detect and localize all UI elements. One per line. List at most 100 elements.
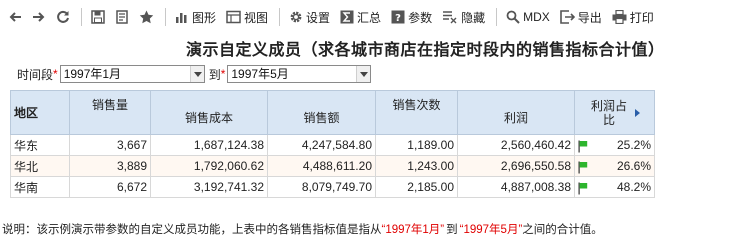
required-mark: * — [220, 67, 226, 81]
export-button-label: 导出 — [577, 10, 602, 25]
parameter-button-label: 参数 — [408, 10, 433, 25]
column-header-label: 利润占比 — [590, 98, 627, 127]
column-header-region[interactable]: 地区 — [10, 90, 70, 135]
cell-region: 华南 — [10, 176, 70, 198]
favorite-button[interactable] — [135, 5, 158, 29]
refresh-button[interactable] — [52, 5, 74, 29]
back-button[interactable] — [4, 5, 26, 29]
end-month-select[interactable]: 1997年5月 — [227, 65, 372, 83]
green-flag-icon — [578, 182, 588, 195]
time-range-label: 时间段 — [17, 67, 54, 82]
refresh-icon — [57, 10, 69, 23]
question-icon: ? — [391, 10, 405, 24]
forward-button[interactable] — [28, 5, 50, 29]
profit-ratio-value: 26.6% — [616, 159, 651, 173]
start-month-select[interactable]: 1997年1月 — [59, 65, 205, 83]
note-to-date: “1997年5月” — [459, 224, 523, 236]
column-header-label: 销售次数 — [392, 98, 441, 112]
note-suffix: 之间的合计值。 — [522, 224, 603, 236]
arrow-left-icon — [9, 12, 21, 22]
sum-button-label: 汇总 — [357, 10, 382, 25]
green-flag-icon — [578, 161, 588, 174]
cell-region: 华北 — [10, 155, 70, 177]
sum-button[interactable]: 汇总 — [336, 5, 385, 29]
settings-button[interactable]: 设置 — [285, 5, 334, 29]
sum-icon — [340, 10, 354, 24]
view-button-label: 视图 — [244, 10, 269, 25]
column-header-sales[interactable]: 销售额 — [267, 90, 376, 135]
chevron-down-icon[interactable] — [356, 66, 371, 82]
column-header-label: 销售量 — [91, 98, 128, 112]
export-button[interactable]: 导出 — [556, 5, 606, 29]
cell-profit-ratio: 48.2% — [574, 176, 655, 198]
start-month-value: 1997年1月 — [63, 67, 122, 81]
note-mid: 到 — [446, 224, 458, 236]
favorite-star-icon — [139, 10, 154, 24]
toolbar-separator — [165, 8, 166, 26]
cell-quantity: 6,672 — [69, 176, 151, 198]
table-row: 华北 3,889 1,792,060.62 4,488,611.20 1,243… — [10, 155, 655, 177]
cell-cost: 3,192,741.32 — [150, 176, 268, 198]
parameter-button[interactable]: ? 参数 — [387, 5, 436, 29]
cell-count: 1,189.00 — [375, 134, 458, 156]
save-as-button[interactable] — [111, 5, 133, 29]
cell-profit: 4,887,008.38 — [457, 176, 575, 198]
cell-count: 2,185.00 — [375, 176, 458, 198]
mdx-button[interactable]: MDX — [502, 5, 554, 29]
cell-profit-ratio: 25.2% — [574, 134, 655, 156]
svg-text:?: ? — [395, 13, 401, 24]
view-button[interactable]: 视图 — [222, 5, 272, 29]
note-prefix: 说明：该示例演示带参数的自定义成员功能，上表中的各销售指标值是指从 — [2, 224, 382, 236]
cell-profit: 2,696,550.58 — [457, 155, 575, 177]
hide-icon — [443, 11, 457, 24]
cell-region: 华东 — [10, 134, 70, 156]
save-as-icon — [116, 10, 128, 24]
column-header-cost[interactable]: 销售成本 — [150, 90, 268, 135]
hide-button[interactable]: 隐藏 — [438, 5, 489, 29]
page-title: 演示自定义成员（求各城市商店在指定时段内的销售指标合计值） — [186, 40, 665, 59]
hide-button-label: 隐藏 — [461, 10, 486, 25]
toolbar-separator — [279, 8, 281, 26]
cell-cost: 1,687,124.38 — [150, 134, 268, 156]
column-header-quantity[interactable]: 销售量 — [69, 90, 151, 135]
save-button[interactable] — [87, 5, 109, 29]
table-header-row: 地区 销售量 销售成本 销售额 销售次数 利润 利润占比 — [10, 90, 655, 135]
profit-ratio-value: 25.2% — [616, 138, 651, 152]
table-row: 华东 3,667 1,687,124.38 4,247,584.80 1,189… — [10, 134, 655, 156]
note-from-date: “1997年1月” — [381, 224, 445, 236]
cell-count: 1,243.00 — [375, 155, 458, 177]
mdx-button-label: MDX — [523, 10, 550, 24]
toolbar-separator — [496, 8, 498, 26]
chart-button[interactable]: 图形 — [171, 5, 220, 29]
column-header-profit[interactable]: 利润 — [457, 90, 575, 135]
print-icon — [612, 10, 627, 24]
toolbar-separator — [81, 8, 82, 26]
expand-right-icon[interactable] — [635, 108, 640, 117]
profit-ratio-value: 48.2% — [616, 180, 651, 194]
chart-button-label: 图形 — [192, 10, 217, 25]
description-note: 说明：该示例演示带参数的自定义成员功能，上表中的各销售指标值是指从“1997年1… — [2, 221, 603, 237]
save-icon — [91, 10, 105, 24]
column-header-label: 销售成本 — [184, 111, 233, 125]
chevron-down-icon[interactable] — [189, 66, 204, 82]
print-button-label: 打印 — [629, 10, 654, 25]
gear-icon — [290, 11, 302, 23]
cell-sales: 4,247,584.80 — [267, 134, 376, 156]
table-row: 华南 6,672 3,192,741.32 8,079,749.70 2,185… — [10, 176, 655, 198]
cell-quantity: 3,667 — [69, 134, 151, 156]
cell-profit-ratio: 26.6% — [574, 155, 655, 177]
settings-button-label: 设置 — [306, 10, 331, 25]
column-header-count[interactable]: 销售次数 — [375, 90, 458, 135]
to-label: 到 — [208, 67, 221, 82]
end-month-value: 1997年5月 — [231, 67, 289, 81]
print-button[interactable]: 打印 — [608, 5, 658, 29]
column-header-profit-ratio[interactable]: 利润占比 — [574, 90, 655, 135]
sales-table: 地区 销售量 销售成本 销售额 销售次数 利润 利润占比 华东 3,667 1,… — [10, 90, 655, 198]
required-mark: * — [53, 67, 58, 81]
arrow-right-icon — [33, 12, 45, 22]
cell-sales: 8,079,749.70 — [267, 176, 376, 198]
column-header-label: 销售额 — [303, 111, 340, 125]
chart-icon — [176, 13, 187, 23]
search-icon — [506, 10, 520, 24]
column-header-label: 利润 — [503, 111, 528, 125]
